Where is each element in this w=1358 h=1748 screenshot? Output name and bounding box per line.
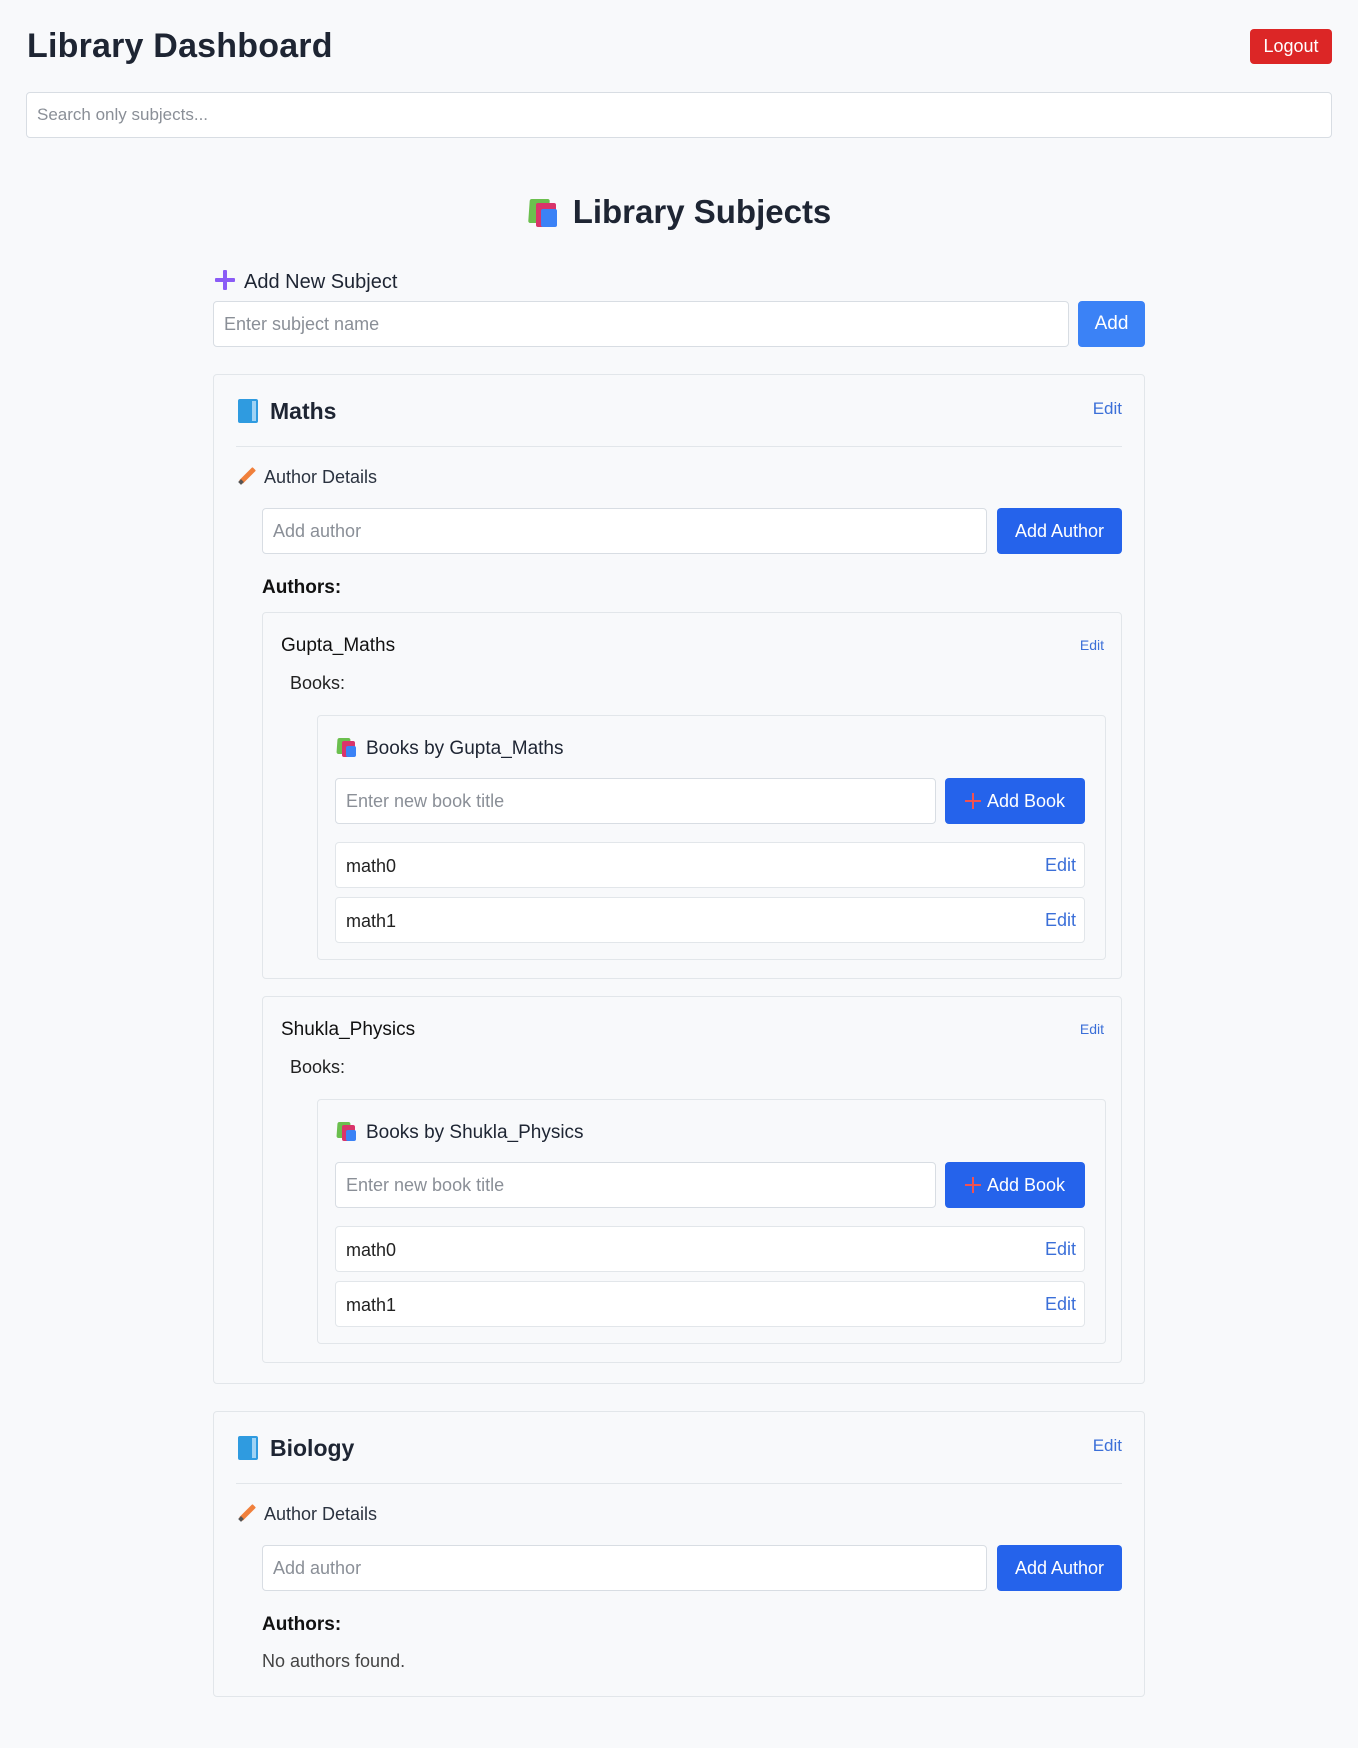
books-icon (336, 1121, 358, 1141)
book-row: math1 Edit (335, 1281, 1085, 1327)
plus-icon (214, 269, 236, 291)
subject-name: Biology (270, 1435, 355, 1461)
search-input[interactable] (26, 92, 1332, 138)
subject-card-biology: Biology Edit Author Details Add Author A… (213, 1411, 1145, 1697)
new-book-input[interactable] (335, 1162, 936, 1208)
book-row: math0 Edit (335, 1226, 1085, 1272)
books-icon (336, 737, 358, 757)
pencil-icon (238, 1504, 256, 1522)
books-panel-title-text: Books by Shukla_Physics (366, 1122, 584, 1143)
top-bar: Library Dashboard Logout (27, 26, 1332, 66)
page-title-text: Library Subjects (572, 193, 832, 230)
books-panel: Books by Shukla_Physics Add Book math0 E… (317, 1099, 1106, 1344)
edit-author-link[interactable]: Edit (1080, 637, 1104, 653)
subject-header: Maths Edit (236, 375, 1122, 447)
books-panel-title-text: Books by Gupta_Maths (366, 738, 564, 759)
edit-book-link[interactable]: Edit (1045, 855, 1076, 876)
subject-title: Maths (238, 395, 336, 427)
book-title: math0 (346, 1240, 397, 1260)
edit-book-link[interactable]: Edit (1045, 1294, 1076, 1315)
book-row: math0 Edit (335, 842, 1085, 888)
authors-label: Authors: (262, 577, 342, 598)
add-book-button[interactable]: Add Book (945, 1162, 1085, 1208)
edit-book-link[interactable]: Edit (1045, 1239, 1076, 1260)
edit-subject-link[interactable]: Edit (1093, 1436, 1122, 1456)
add-subject-label: Add New Subject (244, 271, 398, 293)
logout-button[interactable]: Logout (1250, 29, 1332, 64)
subject-card-maths: Maths Edit Author Details Add Author Aut… (213, 374, 1145, 1384)
add-author-button[interactable]: Add Author (997, 508, 1122, 554)
subject-title: Biology (238, 1432, 354, 1464)
add-book-label: Add Book (986, 1174, 1066, 1195)
subject-name-input[interactable] (213, 301, 1069, 347)
add-author-button[interactable]: Add Author (997, 1545, 1122, 1591)
new-book-input[interactable] (335, 778, 936, 824)
book-icon (238, 1436, 258, 1460)
book-icon (238, 399, 258, 423)
add-subject-button[interactable]: Add (1078, 301, 1145, 347)
subject-name: Maths (270, 398, 337, 424)
book-title: math1 (346, 911, 397, 931)
subject-header: Biology Edit (236, 1412, 1122, 1484)
edit-book-link[interactable]: Edit (1045, 910, 1076, 931)
books-icon (527, 197, 561, 227)
author-name: Gupta_Maths (281, 635, 396, 656)
add-author-input[interactable] (262, 1545, 987, 1591)
author-details-heading: Author Details (238, 465, 377, 489)
add-subject-heading: Add New Subject (214, 268, 397, 296)
books-label: Books: (290, 673, 346, 693)
page-title: Library Subjects (0, 190, 1358, 234)
books-panel: Books by Gupta_Maths Add Book math0 Edit… (317, 715, 1106, 960)
book-title: math1 (346, 1295, 397, 1315)
author-details-label: Author Details (264, 1504, 378, 1524)
pencil-icon (238, 467, 256, 485)
add-book-button[interactable]: Add Book (945, 778, 1085, 824)
author-details-label: Author Details (264, 467, 378, 487)
add-book-label: Add Book (986, 790, 1066, 811)
author-details-heading: Author Details (238, 1502, 377, 1526)
plus-icon (964, 1176, 981, 1193)
add-author-input[interactable] (262, 508, 987, 554)
book-row: math1 Edit (335, 897, 1085, 943)
authors-label: Authors: (262, 1614, 342, 1635)
books-panel-title: Books by Gupta_Maths (336, 736, 564, 762)
author-name: Shukla_Physics (281, 1019, 416, 1040)
app-title: Library Dashboard (27, 27, 333, 65)
edit-subject-link[interactable]: Edit (1093, 399, 1122, 419)
plus-icon (964, 792, 981, 809)
author-card: Gupta_Maths Edit Books: Books by Gupta_M… (262, 612, 1122, 979)
empty-authors-message: No authors found. (262, 1651, 406, 1671)
books-label: Books: (290, 1057, 346, 1077)
books-panel-title: Books by Shukla_Physics (336, 1120, 584, 1146)
author-card: Shukla_Physics Edit Books: Books by Shuk… (262, 996, 1122, 1363)
edit-author-link[interactable]: Edit (1080, 1021, 1104, 1037)
book-title: math0 (346, 856, 397, 876)
